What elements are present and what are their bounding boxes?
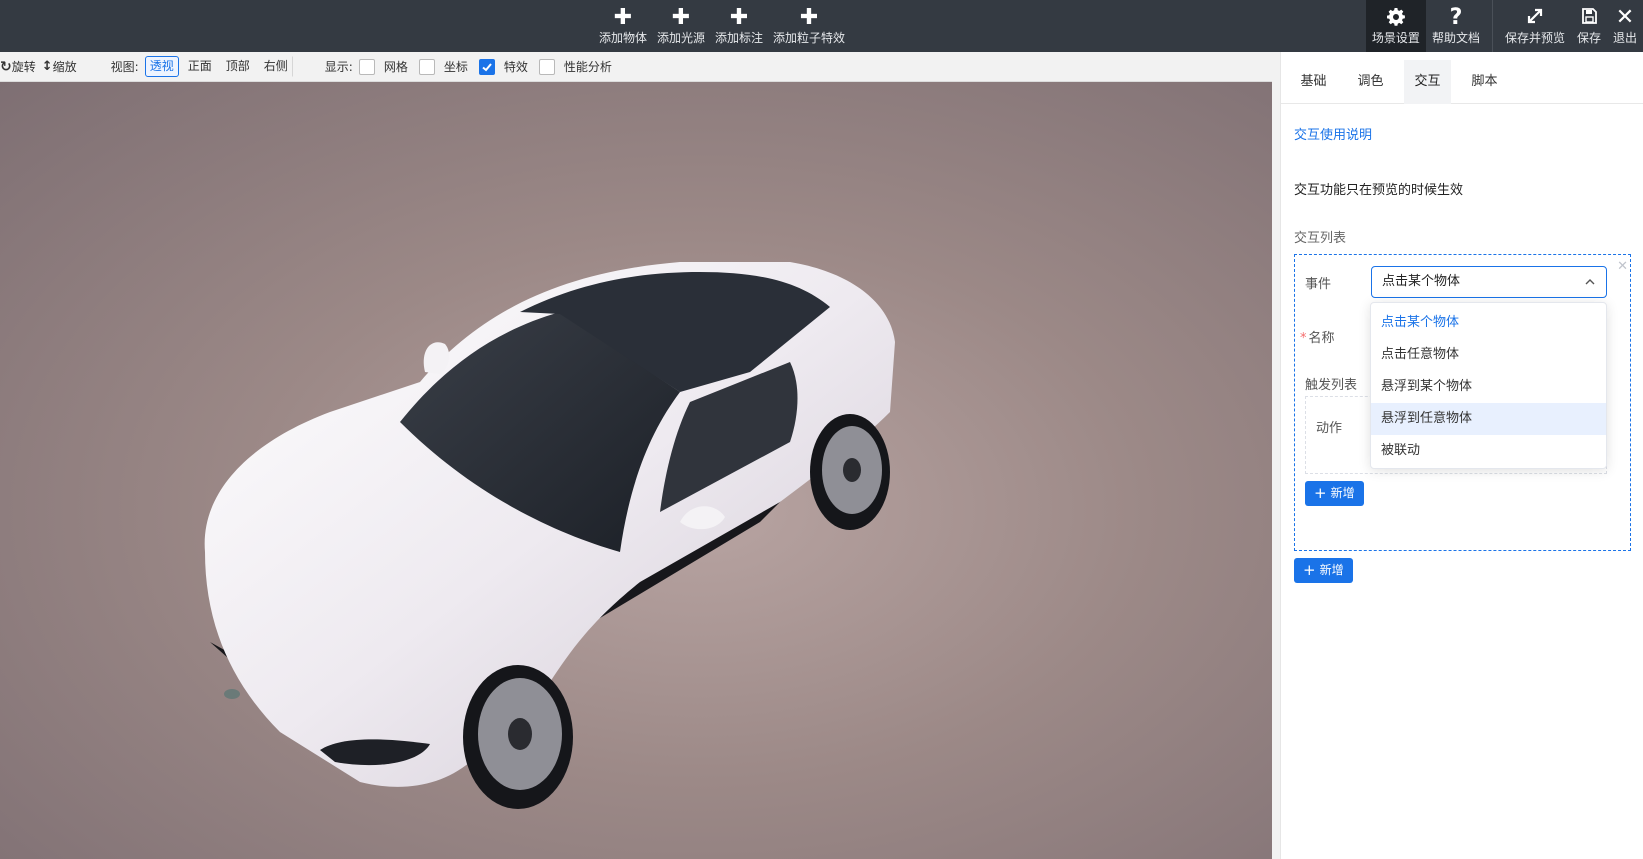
exit-label: 退出 [1612, 30, 1637, 45]
toolbar-separator [1491, 0, 1493, 52]
view-front[interactable]: 正面 [183, 56, 217, 77]
axis-checkbox[interactable] [418, 58, 435, 75]
effects-checkbox[interactable] [478, 58, 495, 75]
zoom-icon: ↕ [41, 59, 53, 74]
exit-button[interactable]: ✕ 退出 [1607, 0, 1643, 52]
grid-label: 网格 [383, 60, 408, 74]
event-option-click-any[interactable]: 点击任意物体 [1371, 339, 1606, 371]
interaction-note: 交互功能只在预览的时候生效 [1294, 183, 1464, 198]
close-icon: ✕ [1615, 4, 1635, 30]
help-docs-label: 帮助文档 [1431, 30, 1480, 45]
trigger-list-label: 触发列表 [1305, 378, 1358, 393]
event-option-click-specific[interactable]: 点击某个物体 [1371, 307, 1606, 339]
axis-label: 坐标 [443, 60, 468, 74]
display-label: 显示: [324, 60, 353, 74]
tab-interaction[interactable]: 交互 [1404, 60, 1451, 104]
add-trigger-button[interactable]: + 新增 [1305, 481, 1364, 506]
plus-icon: ✚ [671, 4, 691, 30]
check-icon [482, 62, 492, 71]
panel-tabs: 基础 调色 交互 脚本 [1281, 60, 1643, 104]
effects-label: 特效 [503, 60, 528, 74]
save-icon [1580, 7, 1598, 29]
event-select-value: 点击某个物体 [1382, 274, 1461, 289]
tab-script[interactable]: 脚本 [1461, 60, 1508, 104]
rotate-tool[interactable]: ↻ 旋转 [0, 58, 36, 75]
add-particle-effect-button[interactable]: ✚ 添加粒子特效 [768, 0, 850, 52]
expand-icon [1526, 7, 1544, 29]
scene-settings-button[interactable]: 场景设置 [1365, 0, 1426, 52]
gear-icon [1386, 7, 1406, 29]
save-label: 保存 [1576, 30, 1601, 45]
add-interaction-button[interactable]: + 新增 [1294, 558, 1353, 583]
add-object-button[interactable]: ✚ 添加物体 [594, 0, 652, 52]
add-object-label: 添加物体 [599, 30, 648, 45]
viewport-panel-divider [1272, 52, 1280, 859]
add-interaction-label: 新增 [1319, 563, 1344, 577]
question-icon: ? [1449, 4, 1463, 30]
zoom-label: 缩放 [52, 60, 77, 74]
add-particle-effect-label: 添加粒子特效 [773, 30, 846, 45]
name-label-text: 名称 [1308, 331, 1335, 346]
performance-label: 性能分析 [563, 60, 612, 74]
add-light-button[interactable]: ✚ 添加光源 [652, 0, 710, 52]
scene-settings-label: 场景设置 [1371, 30, 1420, 45]
required-mark: * [1300, 331, 1307, 346]
plus-icon: ✚ [729, 4, 749, 30]
event-option-hover-specific[interactable]: 悬浮到某个物体 [1371, 371, 1606, 403]
zoom-tool[interactable]: ↕ 缩放 [42, 58, 77, 75]
grid-checkbox[interactable] [358, 58, 375, 75]
add-annotation-button[interactable]: ✚ 添加标注 [710, 0, 768, 52]
name-label: * 名称 [1300, 327, 1335, 346]
save-and-preview-label: 保存并预览 [1504, 30, 1565, 45]
toolbar-add-group: ✚ 添加物体 ✚ 添加光源 ✚ 添加标注 ✚ 添加粒子特效 [594, 0, 850, 52]
view-right[interactable]: 右侧 [259, 56, 293, 77]
add-trigger-label: 新增 [1330, 486, 1355, 500]
view-perspective[interactable]: 透视 [144, 56, 179, 77]
chevron-up-icon [1584, 267, 1596, 297]
interaction-list-title: 交互列表 [1294, 231, 1347, 246]
event-dropdown: 点击某个物体 点击任意物体 悬浮到某个物体 悬浮到任意物体 被联动 [1370, 302, 1607, 469]
add-annotation-label: 添加标注 [715, 30, 764, 45]
toolbar-right-group: 场景设置 ? 帮助文档 保存并预览 保存 ✕ 退出 [1365, 0, 1643, 52]
rotate-icon: ↻ [0, 58, 12, 75]
event-option-linked[interactable]: 被联动 [1371, 435, 1606, 467]
view-top[interactable]: 顶部 [221, 56, 255, 77]
remove-item-icon[interactable]: ✕ [1617, 259, 1628, 274]
view-label: 视图: [110, 60, 139, 74]
add-light-label: 添加光源 [657, 30, 706, 45]
action-label: 动作 [1316, 421, 1343, 436]
performance-checkbox[interactable] [538, 58, 555, 75]
help-docs-button[interactable]: ? 帮助文档 [1426, 0, 1486, 52]
view-toolbar: ↻ 旋转 ↕ 缩放 视图: 透视 正面 顶部 右侧 显示: 网格 坐标 特效 性… [0, 52, 1272, 82]
save-and-preview-button[interactable]: 保存并预览 [1499, 0, 1571, 52]
event-option-hover-any[interactable]: 悬浮到任意物体 [1371, 403, 1606, 435]
rotate-label: 旋转 [11, 60, 36, 74]
plus-icon: + [1303, 561, 1316, 579]
scene-viewport[interactable] [0, 82, 1272, 859]
plus-icon: ✚ [799, 4, 819, 30]
tab-basic[interactable]: 基础 [1290, 60, 1337, 104]
tab-color[interactable]: 调色 [1347, 60, 1394, 104]
car-model[interactable] [0, 82, 1272, 859]
plus-icon: ✚ [613, 4, 633, 30]
interaction-help-link[interactable]: 交互使用说明 [1294, 124, 1372, 143]
top-toolbar: ✚ 添加物体 ✚ 添加光源 ✚ 添加标注 ✚ 添加粒子特效 场景设置 ? 帮助文… [0, 0, 1643, 52]
event-select[interactable]: 点击某个物体 [1371, 266, 1607, 298]
save-button[interactable]: 保存 [1571, 0, 1607, 52]
event-label: 事件 [1305, 277, 1332, 292]
plus-icon: + [1314, 484, 1327, 502]
